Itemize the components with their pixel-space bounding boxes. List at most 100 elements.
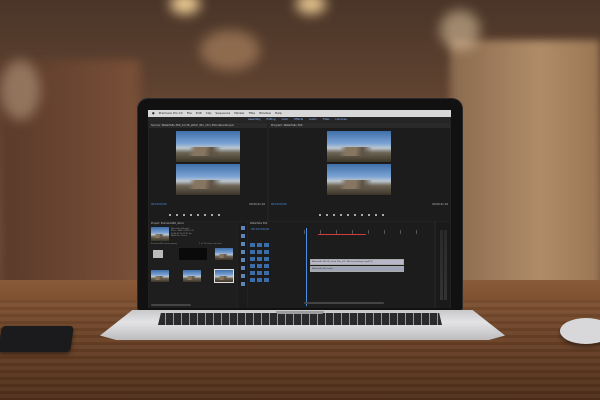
- bin-path: Premiere360_demo.prproj: [151, 243, 177, 245]
- timeline-title[interactable]: Waterfalls 360: [250, 222, 267, 225]
- tab-audio[interactable]: Audio: [309, 117, 316, 122]
- apple-icon[interactable]: ●: [152, 110, 155, 117]
- go-to-in-icon[interactable]: [333, 213, 335, 216]
- track-select-icon[interactable]: [240, 234, 245, 238]
- track-header: [250, 263, 302, 268]
- menu-edit[interactable]: Edit: [196, 110, 202, 117]
- project-preview-thumbnail: [151, 227, 169, 241]
- project-scrollbar[interactable]: [151, 304, 191, 306]
- menu-file[interactable]: File: [187, 110, 192, 117]
- timeline-panel: Waterfalls 360 00;00;00;00 Waterfalls 36…: [248, 222, 434, 308]
- program-frame-top: [327, 131, 391, 162]
- tab-libraries[interactable]: Libraries: [335, 117, 346, 122]
- mark-out-icon[interactable]: [326, 213, 328, 216]
- bokeh-light: [440, 10, 480, 50]
- step-back-icon[interactable]: [340, 213, 342, 216]
- menu-marker[interactable]: Marker: [234, 110, 244, 117]
- tab-editing[interactable]: Editing: [267, 117, 276, 122]
- menu-bar: ● Premiere Pro CC File Edit Clip Sequenc…: [148, 110, 451, 117]
- workspace-bar: Assembly Editing Color Effects Audio Tit…: [148, 117, 451, 122]
- laptop-notch: [276, 311, 324, 314]
- menu-sequence[interactable]: Sequence: [215, 110, 230, 117]
- track-header: [250, 242, 302, 247]
- audio-clip[interactable]: Waterfalls 360 audio: [310, 266, 404, 272]
- mark-in-icon[interactable]: [169, 213, 171, 216]
- slip-icon[interactable]: [240, 258, 245, 262]
- media-item[interactable]: [183, 270, 201, 282]
- video-clip-label: Waterfalls 360 2K_stitch (Pro_r01) 360 s…: [312, 261, 373, 263]
- source-frame-bottom: [176, 164, 240, 195]
- menu-title[interactable]: Title: [249, 110, 255, 117]
- meter-channel-right: [444, 230, 447, 300]
- source-panel-title[interactable]: Source: Waterfalls 360_vid 2K_stitch (Pr…: [149, 123, 267, 128]
- smartphone: [0, 326, 74, 352]
- go-to-out-icon[interactable]: [361, 213, 363, 216]
- media-item[interactable]: [215, 270, 233, 282]
- menu-help[interactable]: Help: [275, 110, 282, 117]
- play-icon[interactable]: [190, 213, 192, 216]
- project-panel: Project: Premiere360_demo Waterfalls 360…: [149, 222, 237, 308]
- folder-icon[interactable]: [153, 250, 163, 258]
- timeline-timecode[interactable]: 00;00;00;00: [251, 227, 269, 231]
- laptop-screen: ● Premiere Pro CC File Edit Clip Sequenc…: [148, 110, 451, 308]
- item-count: 1 of 12 items selected: [199, 243, 222, 245]
- export-frame-icon[interactable]: [218, 213, 220, 216]
- hand-icon[interactable]: [240, 274, 245, 278]
- mark-in-icon[interactable]: [319, 213, 321, 216]
- tab-titles[interactable]: Titles: [323, 117, 330, 122]
- source-monitor: Source: Waterfalls 360_vid 2K_stitch (Pr…: [149, 123, 267, 221]
- tab-assembly[interactable]: Assembly: [248, 117, 261, 122]
- program-panel-title[interactable]: Program: Waterfalls 360: [269, 123, 450, 128]
- timeline-scrollbar[interactable]: [304, 302, 384, 304]
- video-clip[interactable]: Waterfalls 360 2K_stitch (Pro_r01) 360 s…: [310, 259, 404, 265]
- tab-effects[interactable]: Effects: [294, 117, 303, 122]
- track-header: [250, 249, 302, 254]
- program-monitor: Program: Waterfalls 360 00;00;00;00 00;0…: [269, 123, 450, 221]
- menu-clip[interactable]: Clip: [206, 110, 212, 117]
- selection-tool-icon[interactable]: [240, 226, 245, 230]
- overwrite-icon[interactable]: [211, 213, 213, 216]
- in-out-range: [318, 234, 366, 235]
- project-panel-title[interactable]: Project: Premiere360_demo: [151, 222, 184, 225]
- export-frame-icon[interactable]: [382, 213, 384, 216]
- extract-icon[interactable]: [375, 213, 377, 216]
- bokeh-light: [0, 60, 40, 120]
- tab-color[interactable]: Color: [282, 117, 289, 122]
- bokeh-light: [200, 30, 260, 70]
- audio-clip-label: Waterfalls 360 audio: [312, 268, 333, 270]
- menu-window[interactable]: Window: [259, 110, 271, 117]
- step-forward-icon[interactable]: [197, 213, 199, 216]
- clip-audio: 48000 Hz - Stereo: [171, 235, 188, 238]
- media-item[interactable]: [215, 248, 233, 260]
- lift-icon[interactable]: [368, 213, 370, 216]
- bokeh-light: [170, 0, 200, 14]
- source-duration: 00;00;41;16: [249, 203, 265, 206]
- photo-scene: ● Premiere Pro CC File Edit Clip Sequenc…: [0, 0, 600, 400]
- track-header: [250, 270, 302, 275]
- track-header: [250, 277, 302, 282]
- keyboard: [158, 313, 442, 325]
- media-item[interactable]: [179, 248, 207, 260]
- razor-icon[interactable]: [240, 250, 245, 254]
- media-item[interactable]: [151, 270, 169, 282]
- tools-panel: [238, 222, 247, 308]
- meter-channel-left: [440, 230, 443, 300]
- type-icon[interactable]: [240, 282, 245, 286]
- source-transport: [169, 212, 220, 217]
- play-icon[interactable]: [347, 213, 349, 216]
- bokeh-light: [296, 0, 326, 14]
- background-right-blur: [450, 40, 600, 290]
- program-timecode[interactable]: 00;00;00;00: [271, 203, 287, 206]
- app-name[interactable]: Premiere Pro CC: [159, 110, 183, 117]
- playhead[interactable]: [306, 228, 307, 306]
- pen-icon[interactable]: [240, 266, 245, 270]
- audio-meter: [436, 222, 450, 308]
- step-forward-icon[interactable]: [354, 213, 356, 216]
- program-frame-bottom: [327, 164, 391, 195]
- insert-icon[interactable]: [204, 213, 206, 216]
- mark-out-icon[interactable]: [176, 213, 178, 216]
- source-timecode[interactable]: 00;00;00;00: [151, 203, 167, 206]
- step-back-icon[interactable]: [183, 213, 185, 216]
- ripple-edit-icon[interactable]: [240, 242, 245, 246]
- program-transport: [319, 212, 384, 217]
